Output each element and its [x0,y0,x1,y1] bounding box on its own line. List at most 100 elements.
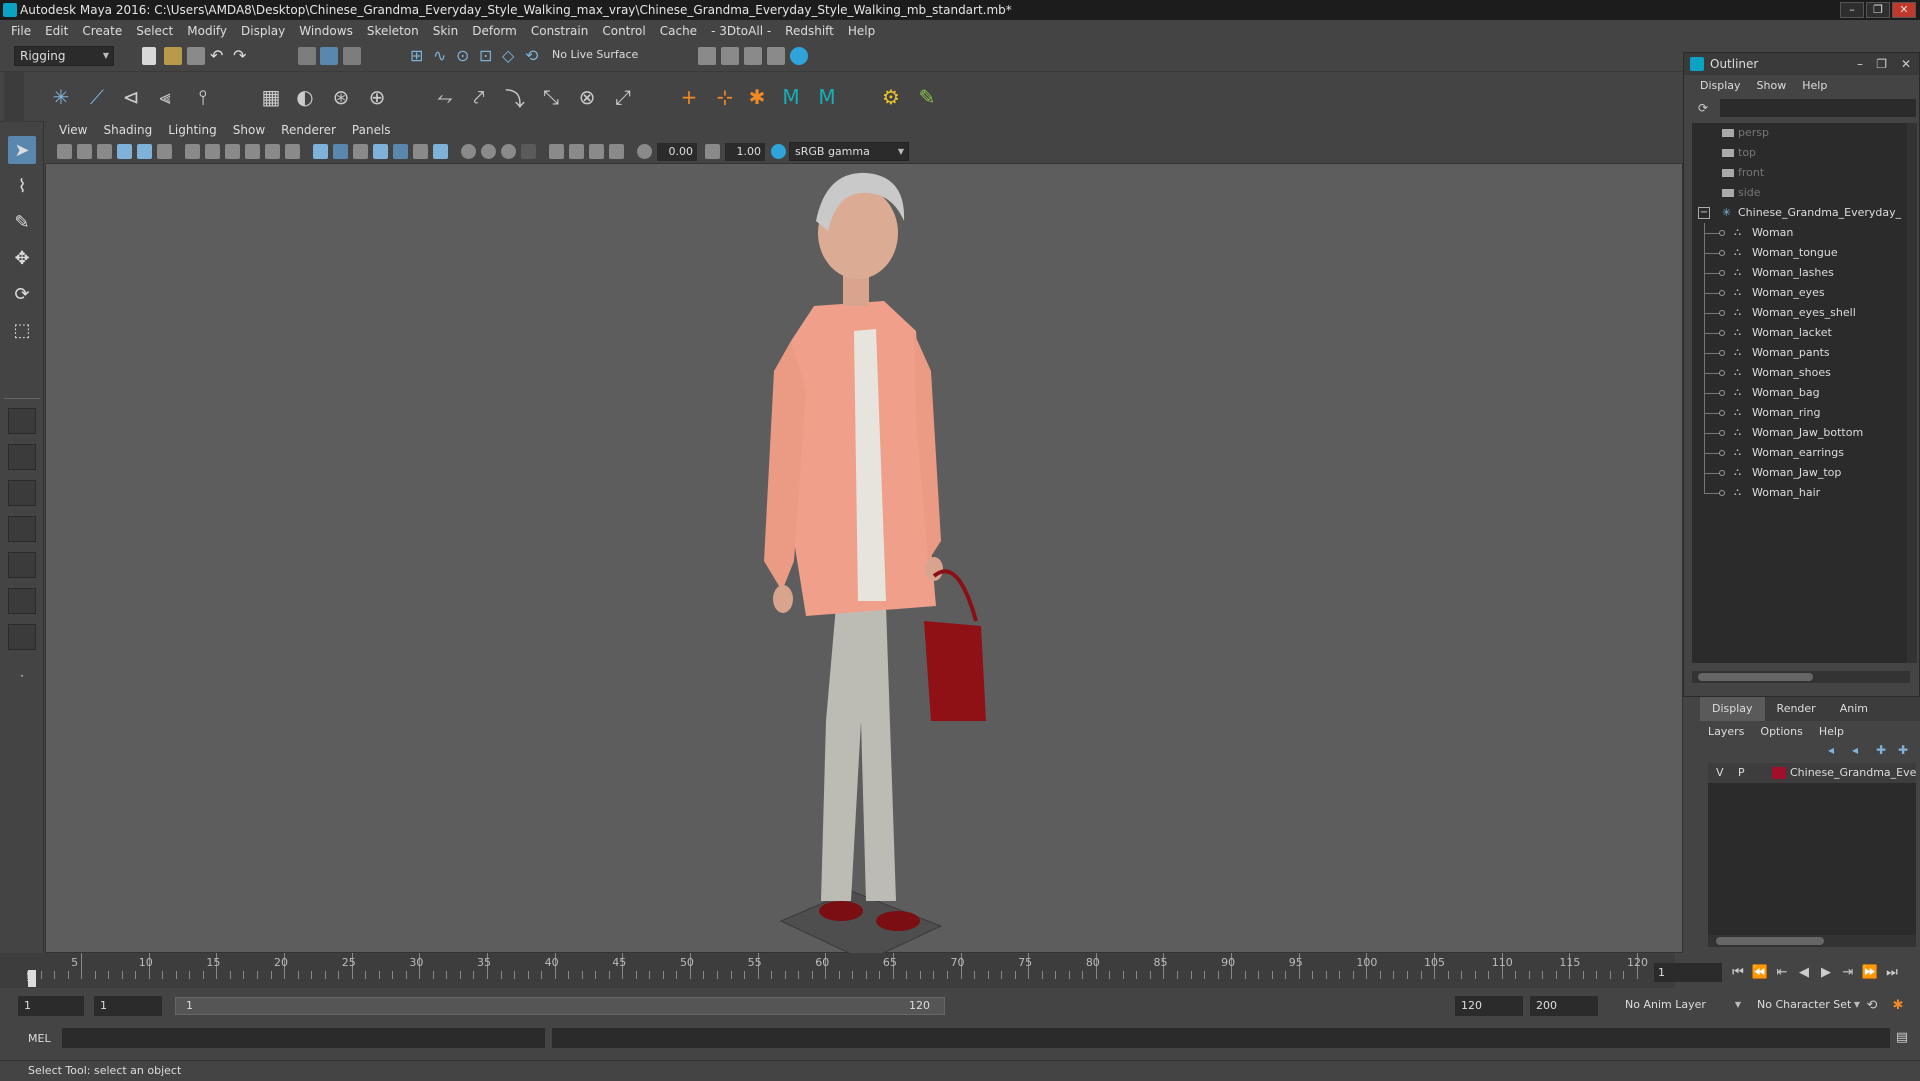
snap-live-icon[interactable]: ⟲ [525,47,543,65]
select-object-icon[interactable] [320,47,338,65]
hypershade-layout-icon[interactable] [8,624,36,650]
menu-edit[interactable]: Edit [38,24,75,38]
anim-layer-dropdown[interactable]: No Anim Layer [1620,996,1745,1016]
auto-key-icon[interactable]: ⟲ [1862,996,1882,1016]
outliner-menu-display[interactable]: Display [1692,79,1749,92]
side-by-side-layout-icon[interactable] [8,480,36,506]
menu-help[interactable]: Help [841,24,882,38]
grease-pencil-icon[interactable] [157,144,172,159]
more-layouts-icon[interactable]: · [8,662,36,690]
render-frame-icon[interactable] [698,47,716,65]
select-hierarchy-icon[interactable] [298,47,316,65]
outliner-item[interactable]: ⛬ Woman_earrings [1692,443,1910,463]
outliner-vscrollbar[interactable] [1907,123,1917,663]
character-set-dropdown[interactable]: No Character Set [1752,996,1864,1016]
menu-redshift[interactable]: Redshift [778,24,841,38]
ik-handle-icon[interactable]: ⟋ [84,84,110,110]
textured-icon[interactable] [353,144,368,159]
frame-all-icon[interactable] [569,144,584,159]
menu-select[interactable]: Select [129,24,180,38]
camera-attributes-icon[interactable] [77,144,92,159]
menu-control[interactable]: Control [595,24,652,38]
current-frame-marker[interactable] [28,970,36,987]
stacked-layout-icon[interactable] [8,516,36,542]
outliner-camera-persp[interactable]: persp [1692,123,1910,143]
outliner-item[interactable]: ⛬ Woman_lacket [1692,323,1910,343]
new-layer-icon[interactable]: ✚ [1876,743,1886,757]
smooth-shade-icon[interactable] [333,144,348,159]
menu-display[interactable]: Display [234,24,292,38]
vp-menu-lighting[interactable]: Lighting [160,123,225,137]
open-scene-icon[interactable] [164,47,182,65]
hypershade-icon[interactable] [767,47,785,65]
frame-range-icon[interactable] [609,144,624,159]
ghost-icon[interactable]: ⚙ [878,84,904,110]
xray-icon[interactable] [461,144,476,159]
layer-menu-options[interactable]: Options [1752,723,1810,741]
orient-joint-icon[interactable]: ⫯ [190,84,216,110]
paint-tool-icon[interactable]: ✎ [914,84,940,110]
range-slider[interactable]: 1 120 [175,997,945,1015]
vp-menu-view[interactable]: View [51,123,95,137]
lasso-tool-icon[interactable]: ⌇ [8,172,36,200]
snap-view-icon[interactable]: ⊡ [479,47,497,65]
snap-grid-icon[interactable]: ⊞ [410,47,428,65]
outliner-title-bar[interactable]: Outliner – ❐ ✕ [1684,53,1919,75]
time-slider[interactable]: 5 10 15 20 25 30 35 40 45 50 55 60 65 70 75 80 85 90 95 100… [0,953,1675,988]
layer-name[interactable]: Chinese_Grandma_Eve [1790,763,1916,783]
collapse-toggle-icon[interactable]: − [1698,207,1710,219]
menu-3dtoall[interactable]: - 3DtoAll - [704,24,778,38]
outliner-item[interactable]: ⛬ Woman_eyes [1692,283,1910,303]
outliner-item[interactable]: ⛬ Woman_shoes [1692,363,1910,383]
step-back-key-icon[interactable]: ⏪ [1750,963,1770,983]
joint-tool-icon[interactable]: ✳ [48,84,74,110]
outliner-tree[interactable]: persp top front side − ✳ Chinese_Grandma_Every… [1692,123,1910,663]
outliner-close-button[interactable]: ✕ [1901,53,1911,75]
single-pane-layout-icon[interactable] [8,408,36,434]
menu-file[interactable]: File [4,24,38,38]
parent-constraint-icon[interactable]: ⊗ [574,84,600,110]
paint-select-icon[interactable]: ✎ [8,208,36,236]
ik-spline-icon[interactable]: ⊲ [118,84,144,110]
outliner-item[interactable]: ⛬ Woman_lashes [1692,263,1910,283]
step-forward-key-icon[interactable]: ⏩ [1860,963,1880,983]
select-tool-icon[interactable]: ➤ [8,136,36,164]
exposure-icon[interactable] [637,144,652,159]
cluster-icon[interactable]: ⊹ [712,84,738,110]
live-surface-label[interactable]: No Live Surface [552,48,638,61]
outliner-maximize-button[interactable]: ❐ [1876,53,1887,75]
layer-hscroll-thumb[interactable] [1716,937,1824,945]
safe-action-icon[interactable] [285,144,300,159]
lattice-icon[interactable]: ✱ [744,84,770,110]
outliner-item[interactable]: ⛬ Woman_eyes_shell [1692,303,1910,323]
menu-skin[interactable]: Skin [426,24,466,38]
persp-graph-layout-icon[interactable] [8,588,36,614]
field-chart-icon[interactable] [265,144,280,159]
outliner-filter-icon[interactable]: ⟳ [1698,101,1712,115]
close-button[interactable]: ✕ [1892,2,1916,18]
layer-menu-layers[interactable]: Layers [1700,723,1752,741]
layer-playback-toggle[interactable]: P [1738,763,1745,783]
bookmark-icon[interactable] [97,144,112,159]
outliner-camera-top[interactable]: top [1692,143,1910,163]
step-forward-frame-icon[interactable]: ⇥ [1838,963,1858,983]
vp-menu-show[interactable]: Show [225,123,273,137]
use-all-lights-icon[interactable] [373,144,388,159]
anim-end-field[interactable]: 200 [1530,996,1598,1016]
outliner-menu-show[interactable]: Show [1749,79,1795,92]
new-layer-selected-icon[interactable]: ✚ [1898,743,1908,757]
move-tool-icon[interactable]: ✥ [8,244,36,272]
paint-weights-icon[interactable]: ⊛ [328,84,354,110]
outliner-item[interactable]: ⛬ Woman_pants [1692,343,1910,363]
outliner-hscrollbar[interactable] [1692,671,1910,683]
outliner-item[interactable]: ⛬ Woman [1692,223,1910,243]
step-back-frame-icon[interactable]: ⇤ [1772,963,1792,983]
colorspace-dropdown[interactable]: sRGB gamma [789,142,909,161]
isolate-select-icon[interactable] [521,144,536,159]
outliner-menu-help[interactable]: Help [1794,79,1835,92]
save-scene-icon[interactable] [187,47,205,65]
menu-cache[interactable]: Cache [653,24,704,38]
play-forward-icon[interactable]: ▶ [1816,963,1836,983]
point-constraint-icon[interactable]: ⥊ [432,84,458,110]
outliner-camera-side[interactable]: side [1692,183,1910,203]
